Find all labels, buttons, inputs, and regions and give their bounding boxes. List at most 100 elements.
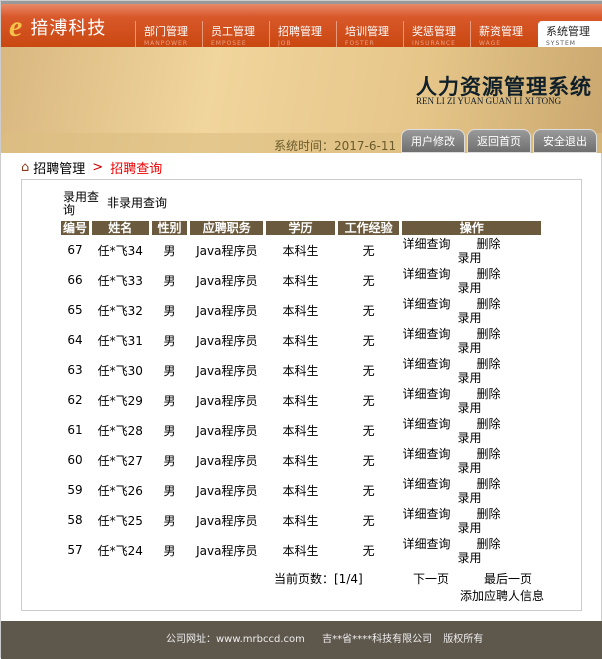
cell-name: 任*飞29 xyxy=(97,393,143,408)
cell-name: 任*飞30 xyxy=(97,363,143,378)
cell-name: 任*飞32 xyxy=(97,303,143,318)
cell-experience: 无 xyxy=(362,273,375,288)
cell-position: Java程序员 xyxy=(196,513,258,528)
cell-id: 60 xyxy=(67,453,83,467)
delete-link[interactable]: 删除 xyxy=(476,297,500,311)
nav-salary[interactable]: 薪资管理 WAGE xyxy=(470,21,537,50)
delete-link[interactable]: 删除 xyxy=(476,267,500,281)
cell-education: 本科生 xyxy=(282,393,319,408)
detail-link[interactable]: 详细查询 xyxy=(402,297,450,311)
cell-actions: 详细查询 删除 录用 xyxy=(402,535,541,565)
cell-education: 本科生 xyxy=(282,303,319,318)
cell-gender: 男 xyxy=(163,393,176,408)
footer-company: 吉**省****科技有限公司 xyxy=(322,634,433,645)
logo-icon: e xyxy=(9,10,23,43)
detail-link[interactable]: 详细查询 xyxy=(402,387,450,401)
hire-link[interactable]: 录用 xyxy=(457,551,481,565)
add-applicant-link[interactable]: 添加应聘人信息 xyxy=(460,587,544,604)
logout-button[interactable]: 安全退出 xyxy=(533,129,597,153)
detail-link[interactable]: 详细查询 xyxy=(402,537,450,551)
nav-system[interactable]: 系统管理 SYSTEM xyxy=(538,21,602,50)
nav-training[interactable]: 培训管理 FOSTER xyxy=(336,21,403,50)
cell-position: Java程序员 xyxy=(196,483,258,498)
top-bar: e 揞溥科技 部门管理 MANPOWER 员工管理 EMPOSEE 招聘管理 JOB … xyxy=(1,1,602,50)
table-row: 57 任*飞24 男 Java程序员 本科生 无 详细查询 删除 录用 xyxy=(61,535,541,565)
cell-position: Java程序员 xyxy=(196,273,258,288)
delete-link[interactable]: 删除 xyxy=(476,387,500,401)
nav-rewards[interactable]: 奖惩管理 INSURANCE xyxy=(403,21,470,50)
next-page-link[interactable]: 下一页 xyxy=(413,570,449,587)
cell-actions: 详细查询 删除 录用 xyxy=(402,355,541,385)
cell-experience: 无 xyxy=(362,303,375,318)
cell-position: Java程序员 xyxy=(196,393,258,408)
nav-employee[interactable]: 员工管理 EMPOSEE xyxy=(202,21,269,50)
detail-link[interactable]: 详细查询 xyxy=(402,447,450,461)
delete-link[interactable]: 删除 xyxy=(476,447,500,461)
nav-department[interactable]: 部门管理 MANPOWER xyxy=(135,21,202,50)
cell-education: 本科生 xyxy=(282,333,319,348)
delete-link[interactable]: 删除 xyxy=(476,417,500,431)
detail-link[interactable]: 详细查询 xyxy=(402,237,450,251)
cell-position: Java程序员 xyxy=(196,333,258,348)
hire-link[interactable]: 录用 xyxy=(457,461,481,475)
nav-recruitment[interactable]: 招聘管理 JOB xyxy=(269,21,336,50)
hire-link[interactable]: 录用 xyxy=(457,491,481,505)
table-row: 61 任*飞28 男 Java程序员 本科生 无 详细查询 删除 录用 xyxy=(61,415,541,445)
hire-link[interactable]: 录用 xyxy=(457,521,481,535)
hire-link[interactable]: 录用 xyxy=(457,431,481,445)
hire-link[interactable]: 录用 xyxy=(457,251,481,265)
last-page-link[interactable]: 最后一页 xyxy=(484,570,532,587)
hire-link[interactable]: 录用 xyxy=(457,371,481,385)
delete-link[interactable]: 删除 xyxy=(476,507,500,521)
cell-experience: 无 xyxy=(362,243,375,258)
hire-link[interactable]: 录用 xyxy=(457,341,481,355)
detail-link[interactable]: 详细查询 xyxy=(402,507,450,521)
cell-id: 62 xyxy=(67,393,83,407)
col-gender: 性别 xyxy=(151,221,188,235)
cell-education: 本科生 xyxy=(282,243,319,258)
detail-link[interactable]: 详细查询 xyxy=(402,477,450,491)
hire-link[interactable]: 录用 xyxy=(457,401,481,415)
cell-id: 65 xyxy=(67,303,83,317)
cell-name: 任*飞25 xyxy=(97,513,143,528)
footer-rights: 版权所有 xyxy=(443,634,484,645)
cell-gender: 男 xyxy=(163,483,176,498)
not-hired-query-link[interactable]: 非录用查询 xyxy=(107,191,167,217)
cell-gender: 男 xyxy=(163,453,176,468)
cell-gender: 男 xyxy=(163,513,176,528)
delete-link[interactable]: 删除 xyxy=(476,537,500,551)
breadcrumb: ⌂ 招聘管理 > 招聘查询 xyxy=(21,158,162,177)
cell-id: 61 xyxy=(67,423,83,437)
cell-education: 本科生 xyxy=(282,363,319,378)
table-row: 64 任*飞31 男 Java程序员 本科生 无 详细查询 删除 录用 xyxy=(61,325,541,355)
cell-id: 67 xyxy=(67,243,83,257)
cell-education: 本科生 xyxy=(282,453,319,468)
detail-link[interactable]: 详细查询 xyxy=(402,267,450,281)
cell-actions: 详细查询 删除 录用 xyxy=(402,445,541,475)
system-time: 系统时间：2017-6-11 xyxy=(274,139,397,153)
hired-query-link[interactable]: 录用查询 xyxy=(63,191,99,217)
breadcrumb-parent[interactable]: 招聘管理 xyxy=(33,158,85,177)
edit-user-button[interactable]: 用户修改 xyxy=(401,129,465,153)
cell-position: Java程序员 xyxy=(196,363,258,378)
cell-experience: 无 xyxy=(362,513,375,528)
delete-link[interactable]: 删除 xyxy=(476,327,500,341)
cell-actions: 详细查询 删除 录用 xyxy=(402,415,541,445)
delete-link[interactable]: 删除 xyxy=(476,477,500,491)
table-row: 66 任*飞33 男 Java程序员 本科生 无 详细查询 删除 录用 xyxy=(61,265,541,295)
footer-site: 公司网址：www.mrbccd.com xyxy=(166,634,305,645)
detail-link[interactable]: 详细查询 xyxy=(402,417,450,431)
delete-link[interactable]: 删除 xyxy=(476,357,500,371)
home-button[interactable]: 返回首页 xyxy=(467,129,531,153)
cell-education: 本科生 xyxy=(282,543,319,558)
col-id: 编号 xyxy=(61,221,89,235)
cell-experience: 无 xyxy=(362,543,375,558)
hire-link[interactable]: 录用 xyxy=(457,311,481,325)
detail-link[interactable]: 详细查询 xyxy=(402,327,450,341)
cell-experience: 无 xyxy=(362,393,375,408)
cell-name: 任*飞27 xyxy=(97,453,143,468)
hire-link[interactable]: 录用 xyxy=(457,281,481,295)
delete-link[interactable]: 删除 xyxy=(476,237,500,251)
cell-gender: 男 xyxy=(163,243,176,258)
detail-link[interactable]: 详细查询 xyxy=(402,357,450,371)
